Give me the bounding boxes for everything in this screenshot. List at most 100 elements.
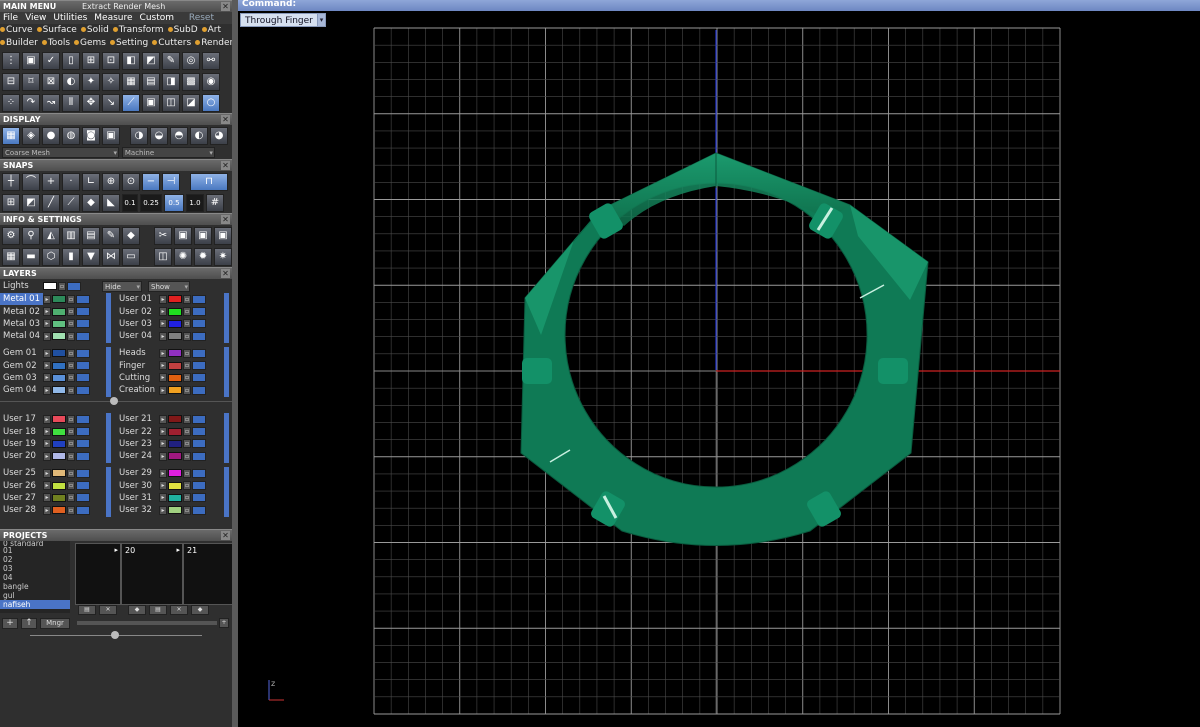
visibility-toggle[interactable] [76, 373, 90, 383]
close-icon[interactable]: ✕ [170, 605, 188, 615]
tool-icon[interactable]: ▤ [142, 72, 160, 91]
snap-line-icon[interactable]: ⟋ [62, 193, 80, 212]
visibility-toggle[interactable] [192, 414, 206, 424]
layer-name[interactable]: User 28 [0, 504, 43, 516]
layer-color-swatch[interactable] [168, 427, 182, 436]
play-icon[interactable]: ▸ [43, 373, 51, 383]
layer-row[interactable]: User 28 ▸ ▫ [0, 504, 110, 516]
snap-tangent-icon[interactable]: ∟ [82, 172, 100, 191]
info-icon[interactable]: ▥ [62, 226, 80, 245]
tool-icon[interactable]: ⊟ [2, 72, 20, 91]
play-icon[interactable]: ▸ [43, 348, 51, 358]
play-icon[interactable]: ▸ [43, 331, 51, 341]
lock-icon[interactable]: ▫ [67, 331, 75, 341]
layer-color-swatch[interactable] [52, 415, 66, 424]
layer-row[interactable]: User 21 ▸ ▫ [116, 413, 226, 425]
play-icon[interactable]: ▸ [159, 331, 167, 341]
close-icon[interactable]: ✕ [99, 605, 117, 615]
layer-name[interactable]: User 27 [0, 492, 43, 504]
layer-row[interactable]: Gem 02 ▸ ▫ [0, 359, 110, 371]
visibility-toggle[interactable] [192, 493, 206, 503]
snap-grid-icon[interactable]: # [206, 193, 224, 212]
layer-name[interactable]: User 22 [116, 426, 159, 438]
circle-icon[interactable]: ○ [202, 93, 220, 112]
visibility-toggle[interactable] [192, 294, 206, 304]
cat-solid[interactable]: Solid [80, 25, 109, 35]
layer-color-swatch[interactable] [52, 361, 66, 370]
layer-row[interactable]: User 01 ▸ ▫ [116, 293, 226, 305]
project-thumb[interactable]: 21 [183, 543, 232, 605]
layer-row[interactable]: User 22 ▸ ▫ [116, 425, 226, 437]
tool-icon[interactable]: ↘ [102, 93, 120, 112]
project-item[interactable]: 04 [0, 573, 70, 582]
settings-icon[interactable]: ⚙ [2, 226, 20, 245]
info-icon[interactable]: ▬ [22, 247, 40, 266]
tool-icon[interactable]: ◉ [202, 72, 220, 91]
snap-center-icon[interactable]: ⊕ [102, 172, 120, 191]
lock-icon[interactable]: ▫ [67, 427, 75, 437]
snap-flag-icon[interactable]: ◣ [102, 193, 120, 212]
lock-icon[interactable]: ▫ [183, 493, 191, 503]
layer-row[interactable]: Heads ▸ ▫ [116, 347, 226, 359]
layer-color-swatch[interactable] [168, 319, 182, 328]
play-icon[interactable]: ▸ [43, 385, 51, 395]
visibility-toggle[interactable] [76, 414, 90, 424]
sphere-icon[interactable]: ◍ [62, 127, 80, 145]
layer-color-swatch[interactable] [168, 386, 182, 395]
visibility-toggle[interactable] [76, 385, 90, 395]
tool-icon[interactable]: ⫴ [62, 93, 80, 112]
render-icon[interactable]: ✹ [194, 247, 212, 266]
close-icon[interactable]: ✕ [221, 115, 230, 124]
lock-icon[interactable]: ▫ [183, 348, 191, 358]
material-select[interactable]: Machine [121, 147, 215, 159]
lock-icon[interactable]: ▫ [183, 481, 191, 491]
close-icon[interactable]: ✕ [221, 161, 230, 170]
play-icon[interactable]: ▸ [114, 546, 118, 554]
play-icon[interactable]: ▸ [43, 427, 51, 437]
tool-icon[interactable]: ⚯ [202, 51, 220, 70]
layer-name[interactable]: Metal 01 [0, 293, 43, 306]
layer-color-swatch[interactable] [168, 469, 182, 478]
snap-line-icon[interactable]: ╱ [42, 193, 60, 212]
lock-icon[interactable]: ▫ [183, 373, 191, 383]
layer-row[interactable]: Gem 03 ▸ ▫ [0, 372, 110, 384]
visibility-toggle[interactable] [76, 493, 90, 503]
layer-name[interactable]: Gem 01 [0, 347, 43, 359]
layer-name[interactable]: User 03 [116, 318, 159, 330]
layer-color-swatch[interactable] [168, 307, 182, 316]
layer-row[interactable]: Creation ▸ ▫ [116, 384, 226, 396]
play-icon[interactable]: ▸ [43, 361, 51, 371]
tool-icon[interactable]: ✧ [102, 72, 120, 91]
visibility-toggle[interactable] [192, 468, 206, 478]
play-icon[interactable]: ▸ [176, 546, 180, 554]
info-icon[interactable]: ▮ [62, 247, 80, 266]
cat-cutters[interactable]: Cutters [152, 38, 191, 48]
layer-name[interactable]: User 21 [116, 413, 159, 425]
layer-row[interactable]: User 23 ▸ ▫ [116, 438, 226, 450]
layer-color-swatch[interactable] [52, 506, 66, 515]
layer-name[interactable]: User 18 [0, 426, 43, 438]
layer-row[interactable]: User 19 ▸ ▫ [0, 438, 110, 450]
tool-icon[interactable]: ↷ [22, 93, 40, 112]
lock-icon[interactable]: ▫ [67, 373, 75, 383]
info-icon[interactable]: ▤ [82, 226, 100, 245]
material-icon[interactable]: ◕ [210, 127, 228, 145]
menu-view[interactable]: View [25, 13, 46, 23]
layer-row[interactable]: User 32 ▸ ▫ [116, 504, 226, 516]
tool-icon[interactable]: ◫ [162, 93, 180, 112]
viewport[interactable]: Command: Through Finger ▾ z [238, 0, 1200, 727]
tool-icon[interactable]: ▣ [142, 93, 160, 112]
visibility-toggle[interactable] [76, 481, 90, 491]
visibility-toggle[interactable] [67, 281, 81, 291]
layer-color-swatch[interactable] [52, 481, 66, 490]
layer-color-swatch[interactable] [52, 386, 66, 395]
lock-icon[interactable]: ▫ [183, 451, 191, 461]
cube-icon[interactable]: ◆ [122, 226, 140, 245]
layer-color-swatch[interactable] [52, 373, 66, 382]
render-icon[interactable]: ◫ [154, 247, 172, 266]
tool-icon[interactable]: ▦ [122, 72, 140, 91]
visibility-toggle[interactable] [76, 361, 90, 371]
lock-icon[interactable]: ▫ [67, 361, 75, 371]
material-icon[interactable]: ◐ [190, 127, 208, 145]
layer-name[interactable]: User 04 [116, 330, 159, 342]
